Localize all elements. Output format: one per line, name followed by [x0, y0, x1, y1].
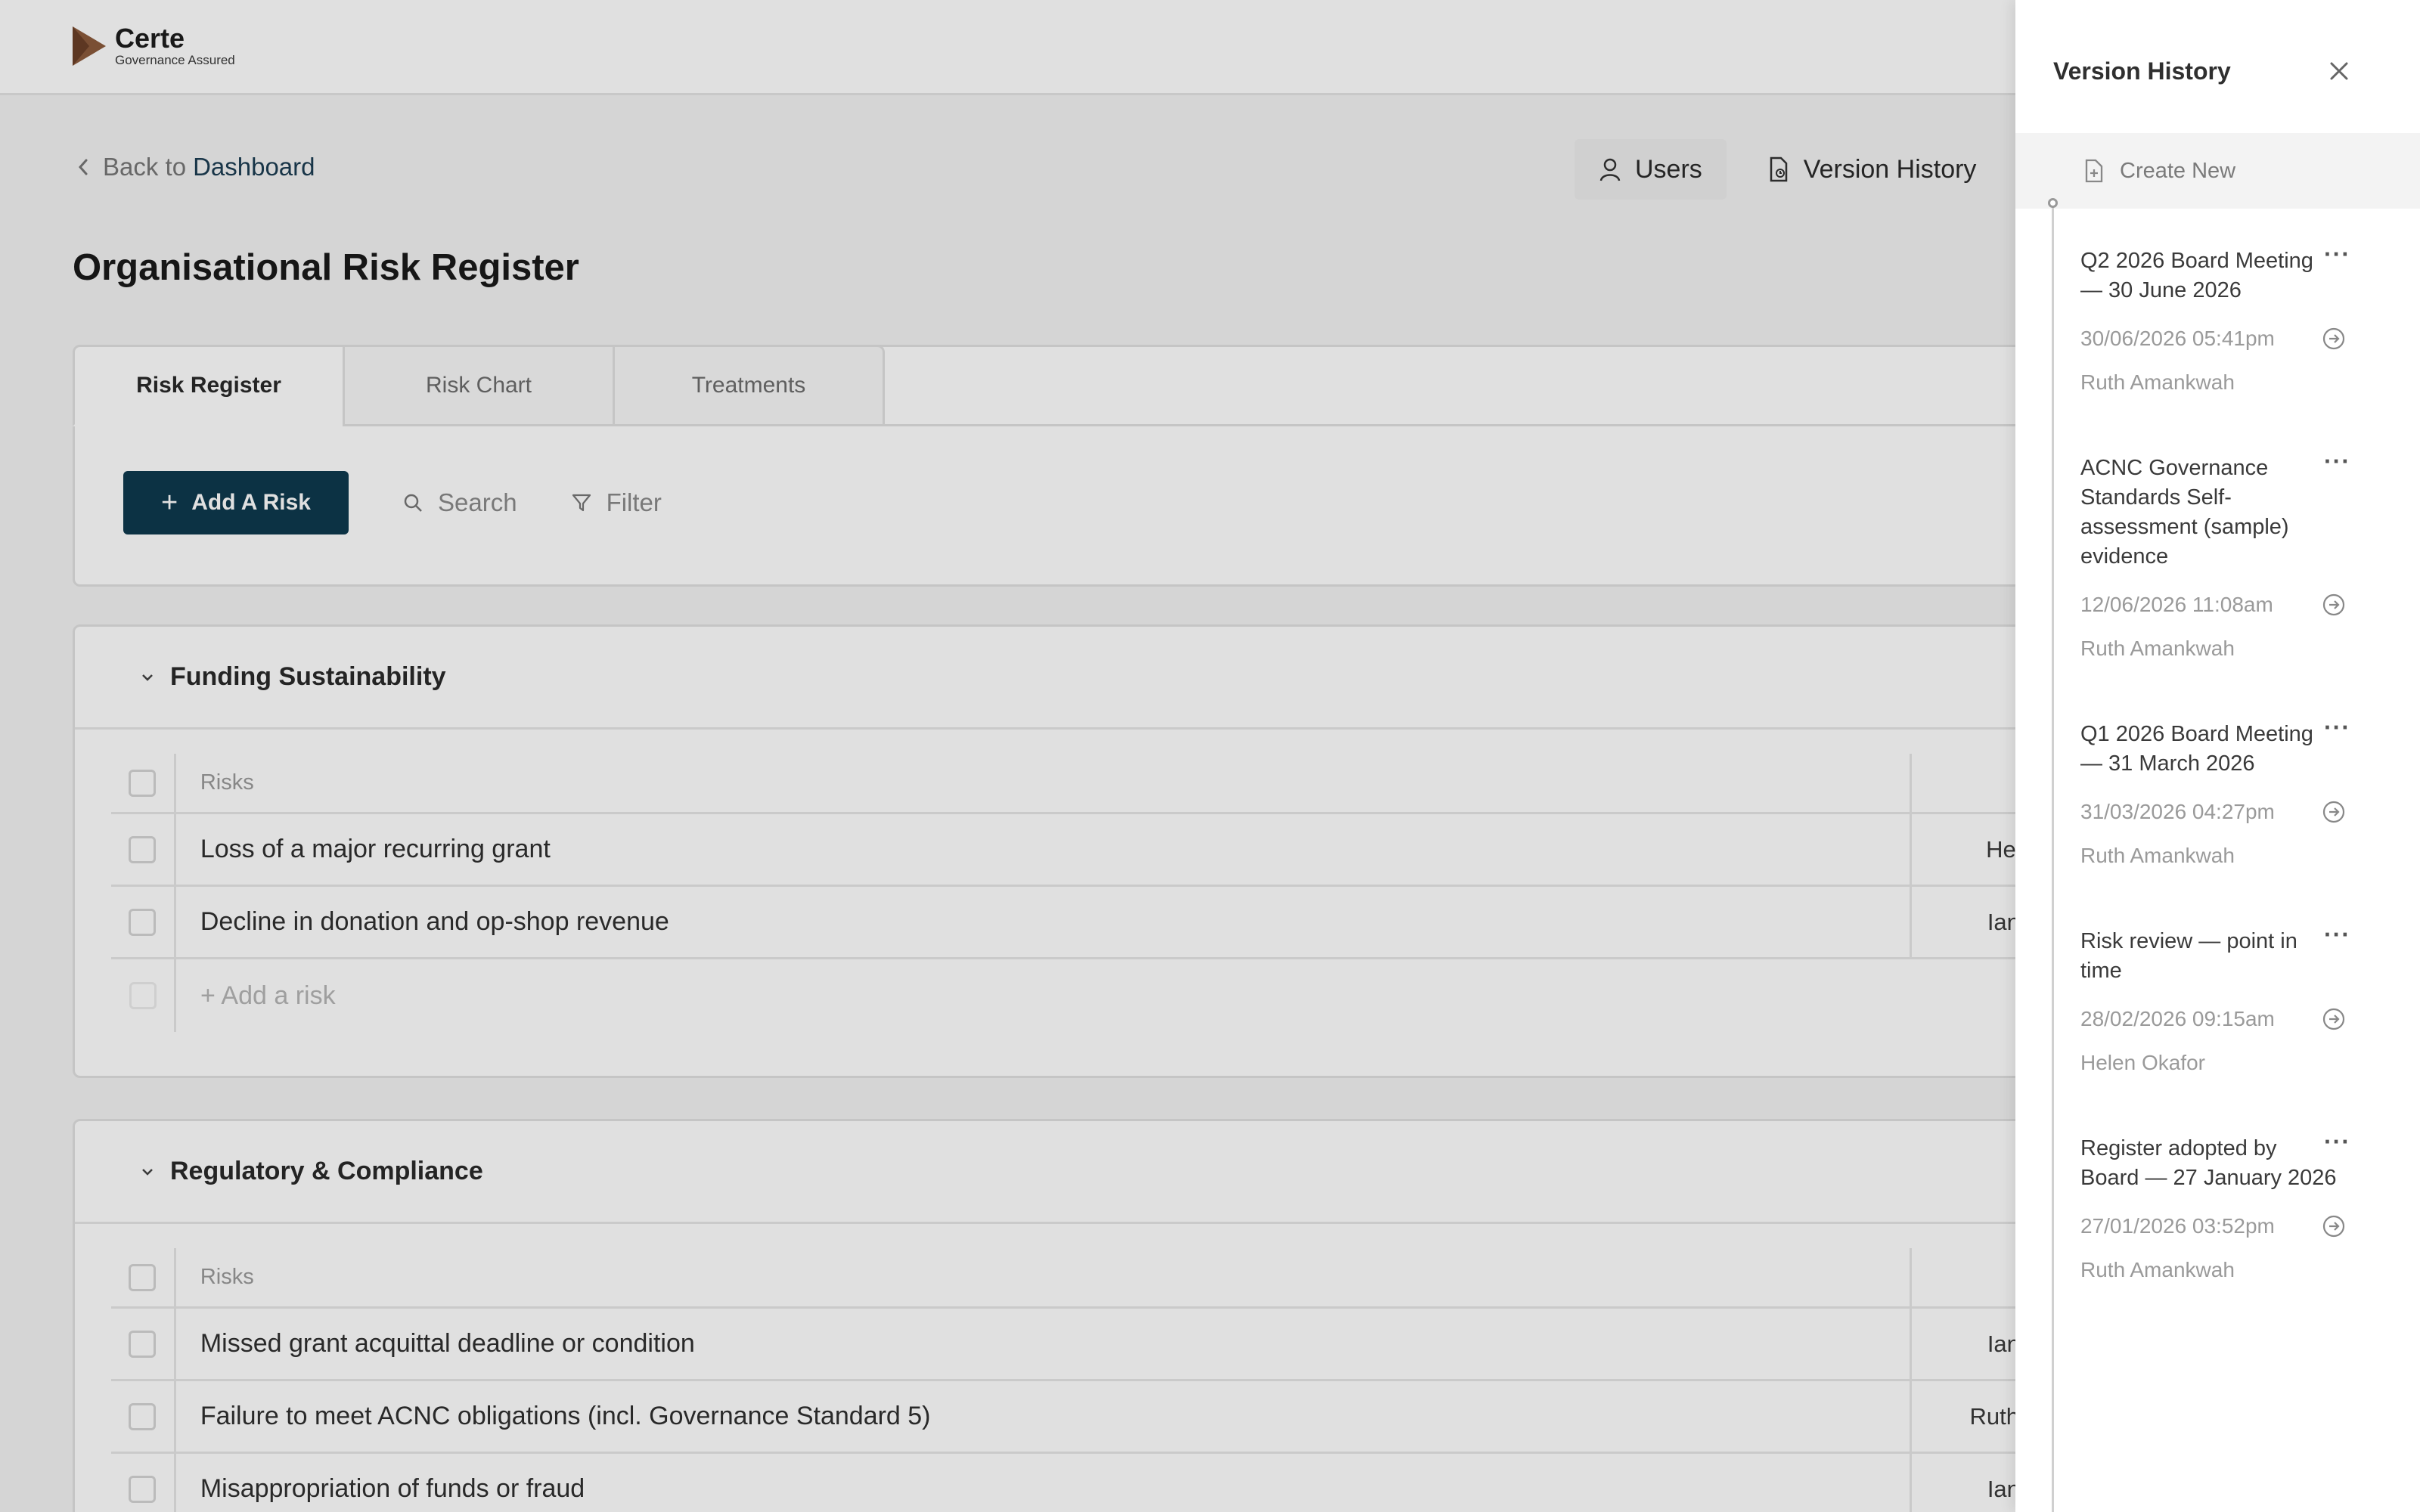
more-options-icon[interactable]: ··· [2324, 1129, 2354, 1154]
version-date: 28/02/2026 09:15am [2080, 1007, 2275, 1030]
version-date: 30/06/2026 05:41pm [2080, 327, 2275, 350]
version-name: Risk review — point in time [2080, 929, 2297, 983]
version-date: 31/03/2026 04:27pm [2080, 800, 2275, 823]
version-item[interactable]: Register adopted by Board — 27 January 2… [2080, 1129, 2398, 1282]
more-options-icon[interactable]: ··· [2324, 922, 2354, 947]
arrow-right-circle-icon[interactable] [2321, 1006, 2347, 1032]
version-item[interactable]: Q2 2026 Board Meeting — 30 June 2026 ···… [2080, 242, 2398, 395]
more-options-icon[interactable]: ··· [2324, 449, 2354, 473]
version-author: Ruth Amankwah [2080, 1258, 2235, 1281]
version-item[interactable]: ACNC Governance Standards Self-assessmen… [2080, 449, 2398, 661]
close-panel-button[interactable] [2324, 56, 2354, 86]
app-root: Certe Governance Assured Back to Dashboa… [0, 0, 2420, 1512]
modal-scrim[interactable] [0, 0, 2015, 1512]
version-name: Q1 2026 Board Meeting — 31 March 2026 [2080, 722, 2313, 776]
more-options-icon[interactable]: ··· [2324, 715, 2354, 739]
add-document-icon [2085, 159, 2103, 183]
create-new-version-button[interactable]: Create New [2015, 133, 2420, 209]
timeline-dot [2048, 198, 2058, 208]
panel-title: Version History [2053, 57, 2231, 85]
version-author: Ruth Amankwah [2080, 637, 2235, 660]
timeline-line [2052, 203, 2054, 1512]
arrow-right-circle-icon[interactable] [2321, 592, 2347, 618]
arrow-right-circle-icon[interactable] [2321, 326, 2347, 352]
create-new-label: Create New [2120, 158, 2236, 183]
more-options-icon[interactable]: ··· [2324, 242, 2354, 266]
close-icon [2330, 62, 2348, 80]
version-author: Ruth Amankwah [2080, 844, 2235, 867]
version-date: 27/01/2026 03:52pm [2080, 1214, 2275, 1238]
version-author: Ruth Amankwah [2080, 370, 2235, 394]
version-item[interactable]: Q1 2026 Board Meeting — 31 March 2026 ··… [2080, 715, 2398, 868]
arrow-right-circle-icon[interactable] [2321, 1213, 2347, 1239]
arrow-right-circle-icon[interactable] [2321, 799, 2347, 825]
version-date: 12/06/2026 11:08am [2080, 593, 2273, 616]
version-author: Helen Okafor [2080, 1051, 2205, 1074]
version-history-panel: Version History Create New Q2 2026 Board… [2015, 0, 2420, 1512]
version-name: Register adopted by Board — 27 January 2… [2080, 1136, 2337, 1190]
version-item[interactable]: Risk review — point in time ··· 28/02/20… [2080, 922, 2398, 1075]
version-name: Q2 2026 Board Meeting — 30 June 2026 [2080, 249, 2313, 302]
version-name: ACNC Governance Standards Self-assessmen… [2080, 456, 2289, 569]
